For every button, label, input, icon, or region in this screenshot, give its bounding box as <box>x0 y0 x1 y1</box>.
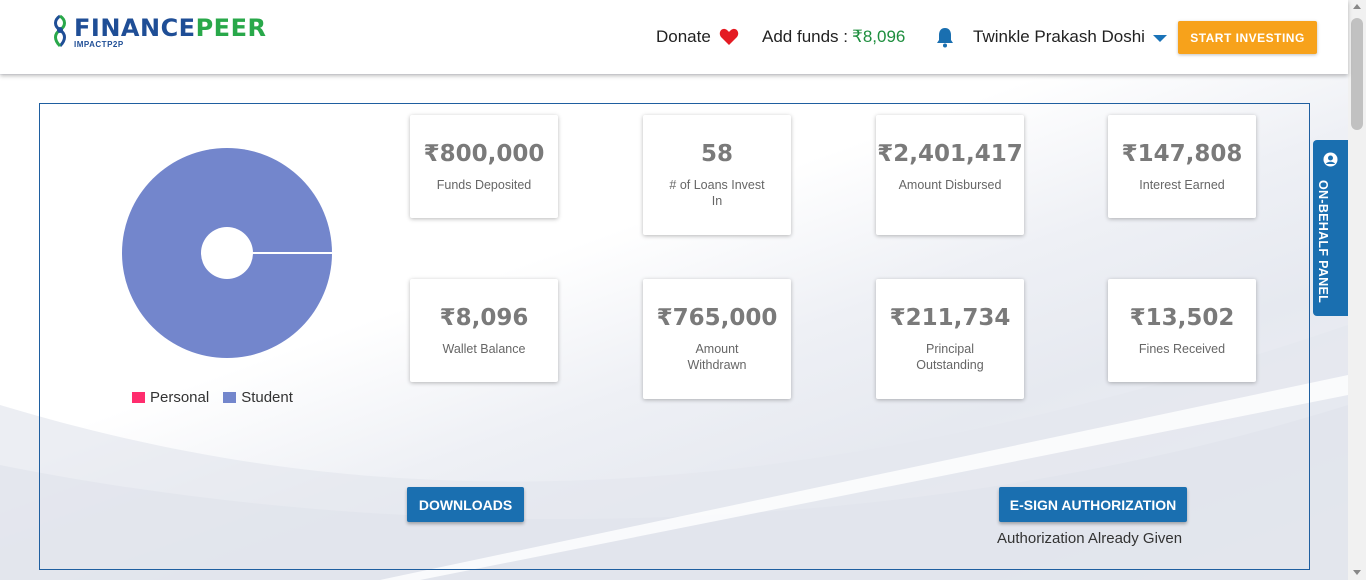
top-navbar: FINANCEPEER IMPACTP2P Donate Add funds :… <box>0 0 1348 74</box>
legend-item-student[interactable]: Student <box>223 389 293 406</box>
logo-wordmark: FINANCEPEER <box>74 14 266 42</box>
stat-label: Amount Disbursed <box>898 178 1002 192</box>
caret-down-icon <box>1152 34 1167 42</box>
user-name: Twinkle Prakash Doshi <box>973 27 1145 46</box>
stat-card-fines-received: ₹13,502 Fines Received <box>1108 279 1256 382</box>
stat-value: ₹800,000 <box>423 141 545 167</box>
legend-label-personal: Personal <box>150 389 210 406</box>
downloads-button[interactable]: DOWNLOADS <box>407 487 524 522</box>
scrollbar-thumb[interactable] <box>1351 18 1363 130</box>
stat-value: ₹8,096 <box>439 305 529 331</box>
stat-card-principal-outstanding: ₹211,734 Principal Outstanding <box>876 279 1024 399</box>
authorization-status: Authorization Already Given <box>997 530 1183 547</box>
stat-value: ₹211,734 <box>889 305 1011 331</box>
stat-label: Wallet Balance <box>442 342 526 356</box>
stat-card-interest-earned: ₹147,808 Interest Earned <box>1108 115 1256 218</box>
stat-label: Amount Withdrawn <box>687 342 747 372</box>
stat-card-funds-deposited: ₹800,000 Funds Deposited <box>410 115 558 218</box>
start-investing-button[interactable]: START INVESTING <box>1178 21 1317 54</box>
logo-peer: PEER <box>195 14 267 42</box>
stat-label: # of Loans Invest In <box>669 178 765 208</box>
stat-value: ₹2,401,417 <box>877 141 1023 167</box>
add-funds-label: Add funds : <box>762 27 849 46</box>
stat-label: Fines Received <box>1138 342 1226 356</box>
on-behalf-panel-tab[interactable]: ON-BEHALF PANEL <box>1313 140 1348 316</box>
scroll-up-arrow-icon[interactable] <box>1353 4 1361 9</box>
add-funds-amount: ₹8,096 <box>852 27 906 46</box>
logo-finance: FINANCE <box>74 14 196 42</box>
stat-label: Funds Deposited <box>436 178 532 192</box>
stat-card-amount-disbursed: ₹2,401,417 Amount Disbursed <box>876 115 1024 235</box>
user-circle-icon <box>1323 152 1338 167</box>
stat-card-wallet-balance: ₹8,096 Wallet Balance <box>410 279 558 382</box>
stat-card-loans-invested: 58 # of Loans Invest In <box>643 115 791 235</box>
bell-icon[interactable] <box>935 26 955 48</box>
legend-item-personal[interactable]: Personal <box>132 389 209 406</box>
on-behalf-panel-label: ON-BEHALF PANEL <box>1316 180 1330 304</box>
stat-value: 58 <box>700 141 733 167</box>
logo-subtitle: IMPACTP2P <box>74 40 124 49</box>
pie-legend: Personal Student <box>132 389 307 406</box>
stat-value: ₹147,808 <box>1121 141 1243 167</box>
legend-label-student: Student <box>241 389 293 406</box>
user-menu[interactable]: Twinkle Prakash Doshi <box>973 22 1167 52</box>
logo-mark-icon <box>54 14 66 48</box>
donate-label: Donate <box>656 27 711 46</box>
legend-swatch-personal <box>132 392 145 403</box>
stat-value: ₹13,502 <box>1129 305 1235 331</box>
page-scrollbar[interactable] <box>1348 0 1366 580</box>
esign-authorization-button[interactable]: E-SIGN AUTHORIZATION <box>999 487 1187 522</box>
stat-label: Principal Outstanding <box>916 342 984 372</box>
pie-center-hole <box>201 227 253 279</box>
add-funds-link[interactable]: Add funds : ₹8,096 <box>762 22 905 52</box>
scroll-down-arrow-icon[interactable] <box>1353 570 1361 575</box>
donate-link[interactable]: Donate <box>656 22 739 52</box>
heart-icon <box>719 28 739 45</box>
stat-card-amount-withdrawn: ₹765,000 Amount Withdrawn <box>643 279 791 399</box>
stat-value: ₹765,000 <box>656 305 778 331</box>
financepeer-logo[interactable]: FINANCEPEER IMPACTP2P <box>50 14 266 53</box>
legend-swatch-student <box>223 392 237 403</box>
stat-label: Interest Earned <box>1139 178 1225 192</box>
loan-type-pie-chart <box>122 148 332 358</box>
